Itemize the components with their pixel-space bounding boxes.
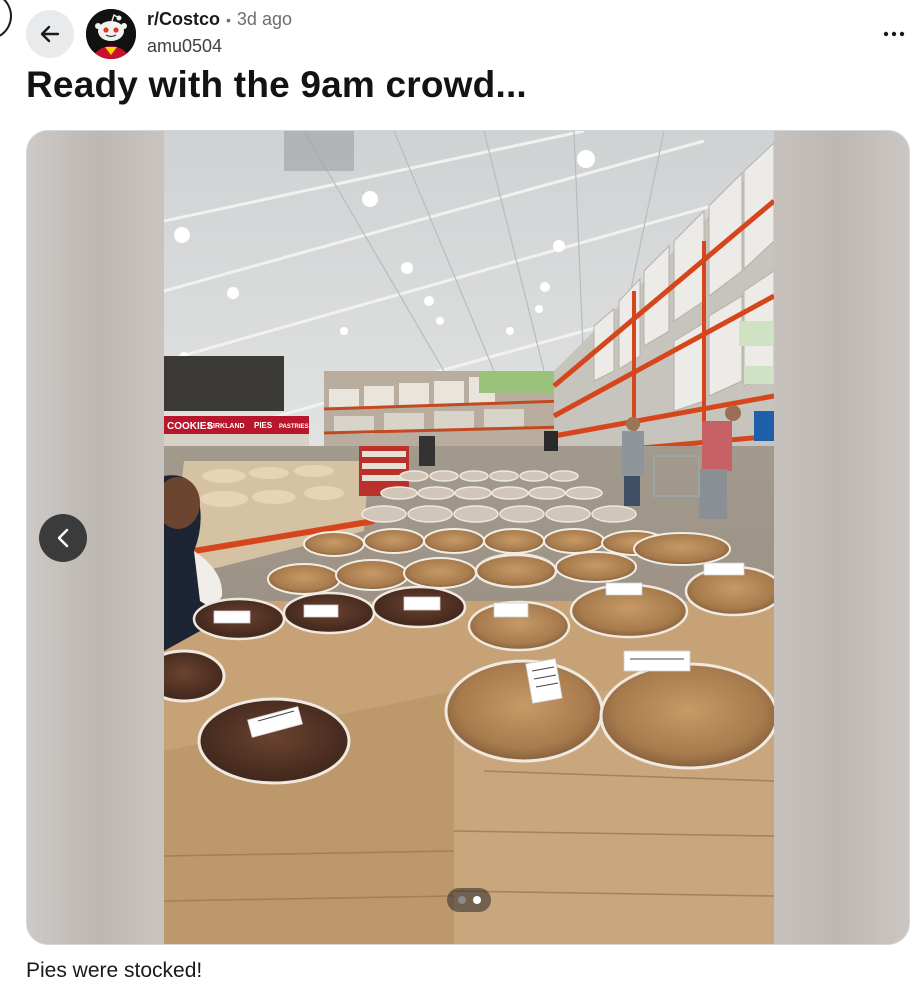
post-meta: r/Costco • 3d ago amu0504 <box>147 9 292 57</box>
cookies-sign: COOKIES <box>167 421 213 432</box>
arrow-left-icon <box>40 25 60 43</box>
chevron-left-icon <box>57 528 69 548</box>
post-body: Pies were stocked! <box>26 959 203 982</box>
post-title: Ready with the 9am crowd... <box>26 64 527 105</box>
gallery-dot-1[interactable] <box>457 896 466 904</box>
subreddit-avatar[interactable] <box>86 9 136 59</box>
kirkland-sign: KIRKLAND <box>208 423 245 430</box>
meta-separator: • <box>226 12 231 28</box>
gallery-photo[interactable]: COOKIES KIRKLAND PIES PASTRIES <box>164 131 774 944</box>
image-gallery[interactable]: COOKIES KIRKLAND PIES PASTRIES <box>26 130 910 945</box>
author-link[interactable]: amu0504 <box>147 36 292 57</box>
more-options-button[interactable] <box>874 20 914 48</box>
costco-pie-display-photo: COOKIES KIRKLAND PIES PASTRIES <box>164 131 774 944</box>
post-age: 3d ago <box>236 9 292 29</box>
pastries-sign: PASTRIES <box>279 424 309 430</box>
subreddit-link[interactable]: r/Costco <box>147 9 220 30</box>
gallery-page-indicator <box>447 888 491 912</box>
post-header: r/Costco • 3d ago amu0504 <box>0 0 919 64</box>
gallery-dot-2[interactable] <box>472 896 481 904</box>
pies-sign: PIES <box>254 421 273 430</box>
gallery-prev-button[interactable] <box>39 514 87 562</box>
more-horizontal-icon <box>883 31 905 37</box>
snoo-avatar-icon <box>86 9 136 59</box>
back-button[interactable] <box>26 10 74 58</box>
